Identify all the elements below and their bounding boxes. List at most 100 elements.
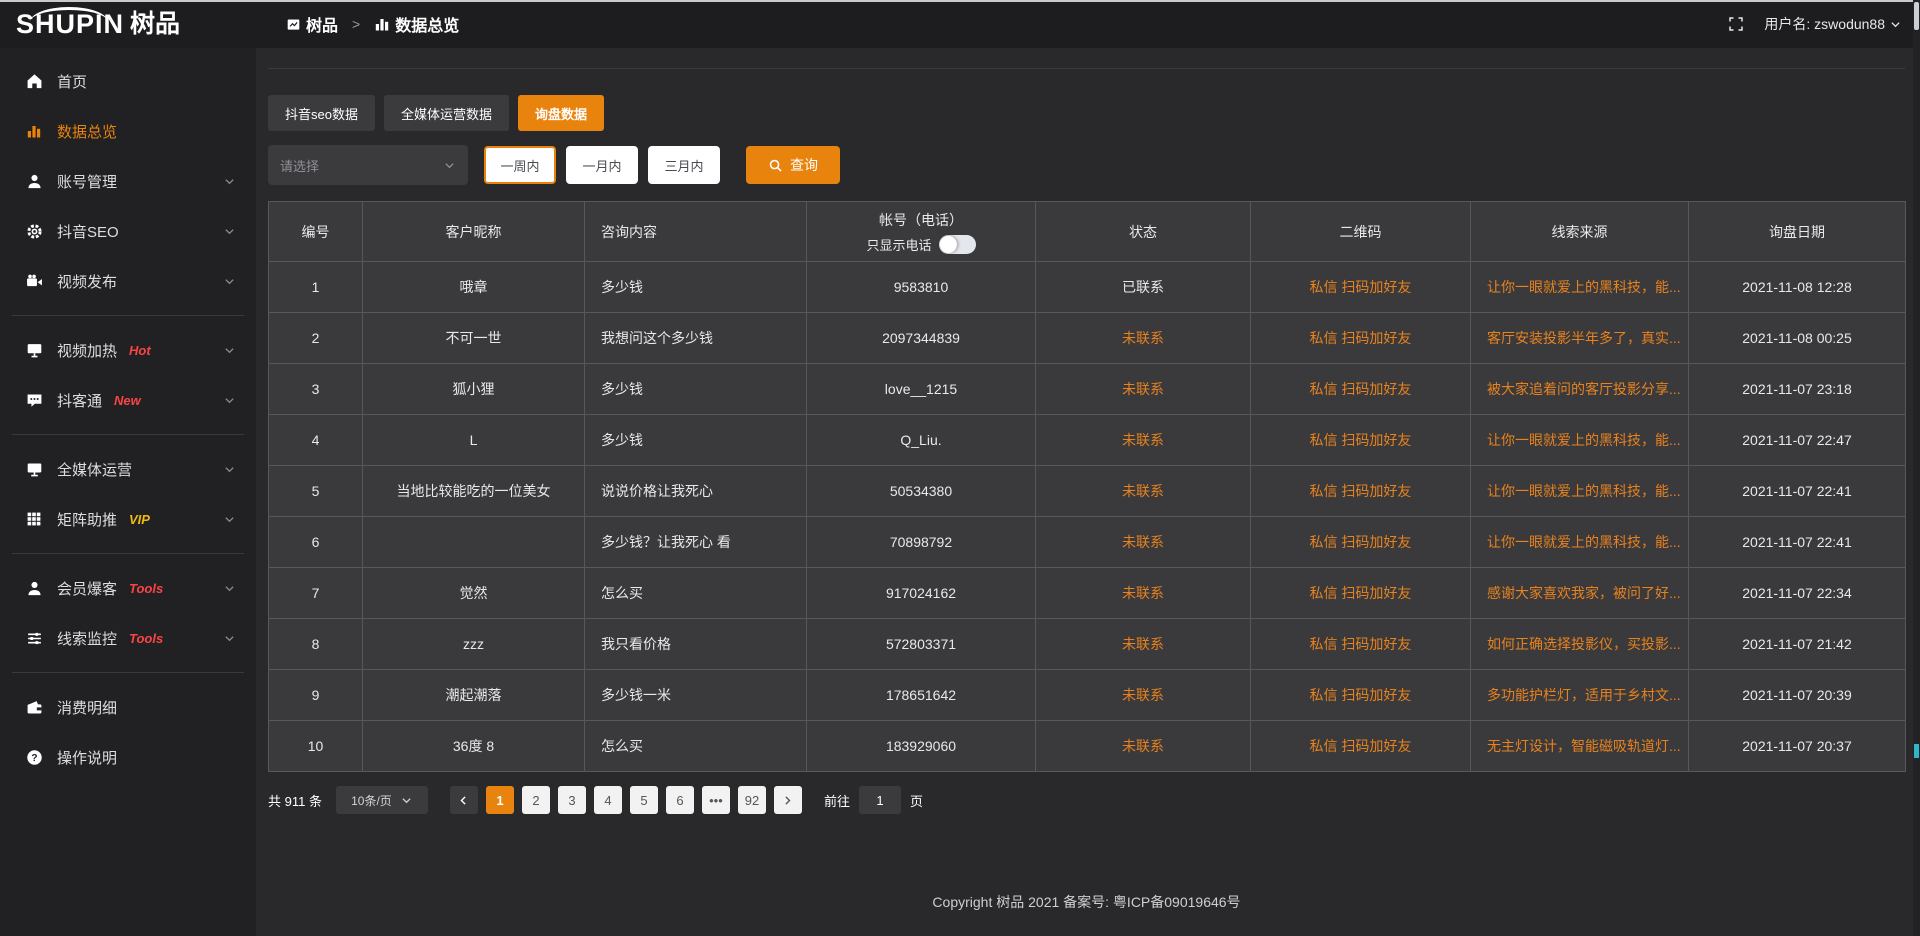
cell-number: 2 <box>269 313 363 364</box>
cell-qr-links[interactable]: 私信 扫码加好友 <box>1251 364 1471 415</box>
sidebar-item-douketong[interactable]: 抖客通New <box>0 375 256 425</box>
cell-source-link[interactable]: 感谢大家喜欢我家，被问了好... <box>1471 568 1689 619</box>
svg-text:?: ? <box>31 753 37 764</box>
cell-qr-links[interactable]: 私信 扫码加好友 <box>1251 670 1471 721</box>
cell-qr-links[interactable]: 私信 扫码加好友 <box>1251 415 1471 466</box>
column-header: 询盘日期 <box>1689 202 1906 262</box>
cell-source-link[interactable]: 无主灯设计，智能磁吸轨道灯... <box>1471 721 1689 772</box>
sidebar-item-label: 操作说明 <box>57 747 117 768</box>
query-button[interactable]: 查询 <box>746 146 840 184</box>
chevron-down-icon <box>223 463 236 476</box>
table-row: 3狐小狸多少钱love__1215未联系私信 扫码加好友被大家追着问的客厅投影分… <box>269 364 1906 415</box>
page-button-4[interactable]: 4 <box>594 786 622 814</box>
user-icon <box>26 173 43 190</box>
sidebar-divider <box>12 434 244 435</box>
more-pages-button[interactable]: ••• <box>702 786 730 814</box>
sidebar-item-video-publish[interactable]: 视频发布 <box>0 256 256 306</box>
cell-qr-links[interactable]: 私信 扫码加好友 <box>1251 568 1471 619</box>
cell-source-link[interactable]: 客厅安装投影半年多了，真实... <box>1471 313 1689 364</box>
sidebar-item-matrix-boost[interactable]: 矩阵助推VIP <box>0 494 256 544</box>
cell-source-link[interactable]: 让你一眼就爱上的黑科技，能... <box>1471 466 1689 517</box>
page-button-1[interactable]: 1 <box>486 786 514 814</box>
sidebar-item-account-management[interactable]: 账号管理 <box>0 156 256 206</box>
period-button-三月内[interactable]: 三月内 <box>648 146 720 184</box>
filter-select[interactable]: 请选择 <box>268 145 468 185</box>
tab-询盘数据[interactable]: 询盘数据 <box>518 95 604 131</box>
sidebar-item-instructions[interactable]: ? 操作说明 <box>0 732 256 782</box>
sidebar-divider <box>12 315 244 316</box>
fullscreen-icon[interactable] <box>1728 16 1744 32</box>
sidebar-badge: Tools <box>129 631 163 646</box>
app-square-icon <box>286 17 301 32</box>
cell-number: 3 <box>269 364 363 415</box>
main-content: 抖音seo数据全媒体运营数据询盘数据 请选择 一周内一月内三月内 查询 编号客户… <box>256 48 1920 936</box>
cell-date: 2021-11-07 20:37 <box>1689 721 1906 772</box>
breadcrumb-root[interactable]: 树品 <box>286 12 338 36</box>
sidebar-item-lead-monitor[interactable]: 线索监控Tools <box>0 613 256 663</box>
cell-nickname: 觉然 <box>363 568 585 619</box>
page-size-select[interactable]: 10条/页 <box>336 786 428 814</box>
page-button-6[interactable]: 6 <box>666 786 694 814</box>
chevron-down-icon <box>223 632 236 645</box>
period-button-一周内[interactable]: 一周内 <box>484 146 556 184</box>
cell-qr-links[interactable]: 私信 扫码加好友 <box>1251 517 1471 568</box>
cell-number: 8 <box>269 619 363 670</box>
sidebar-item-data-overview[interactable]: 数据总览 <box>0 106 256 156</box>
chevron-down-icon <box>443 159 456 172</box>
cell-nickname: L <box>363 415 585 466</box>
sidebar-item-omni-media[interactable]: 全媒体运营 <box>0 444 256 494</box>
user-menu[interactable]: 用户名: zswodun88 <box>1764 14 1902 34</box>
column-header: 状态 <box>1036 202 1251 262</box>
cell-qr-links[interactable]: 私信 扫码加好友 <box>1251 619 1471 670</box>
prev-page-button[interactable] <box>450 786 478 814</box>
column-header: 线索来源 <box>1471 202 1689 262</box>
cell-account: Q_Liu. <box>807 415 1036 466</box>
cell-source-link[interactable]: 如何正确选择投影仪，买投影... <box>1471 619 1689 670</box>
sidebar-badge: New <box>114 393 141 408</box>
cell-source-link[interactable]: 让你一眼就爱上的黑科技，能... <box>1471 415 1689 466</box>
video-camera-icon <box>26 273 43 290</box>
tab-全媒体运营数据[interactable]: 全媒体运营数据 <box>384 95 509 131</box>
cell-source-link[interactable]: 多功能护栏灯，适用于乡村文... <box>1471 670 1689 721</box>
sidebar-item-member-burst[interactable]: 会员爆客Tools <box>0 563 256 613</box>
cell-qr-links[interactable]: 私信 扫码加好友 <box>1251 313 1471 364</box>
cell-qr-links[interactable]: 私信 扫码加好友 <box>1251 721 1471 772</box>
cell-source-link[interactable]: 让你一眼就爱上的黑科技，能... <box>1471 262 1689 313</box>
sidebar-item-video-heat[interactable]: 视频加热Hot <box>0 325 256 375</box>
goto-page-input[interactable] <box>859 786 901 814</box>
table-row: 4L多少钱Q_Liu.未联系私信 扫码加好友让你一眼就爱上的黑科技，能...20… <box>269 415 1906 466</box>
sidebar-item-consumption-detail[interactable]: 消费明细 <box>0 682 256 732</box>
cell-source-link[interactable]: 被大家追着问的客厅投影分享... <box>1471 364 1689 415</box>
cell-source-link[interactable]: 让你一眼就爱上的黑科技，能... <box>1471 517 1689 568</box>
chevron-down-icon <box>223 394 236 407</box>
page-button-3[interactable]: 3 <box>558 786 586 814</box>
column-header: 编号 <box>269 202 363 262</box>
chevron-down-icon <box>223 344 236 357</box>
period-button-一月内[interactable]: 一月内 <box>566 146 638 184</box>
page-button-92[interactable]: 92 <box>738 786 766 814</box>
logo-text-cn: 树品 <box>130 4 180 44</box>
scrollbar-thumb[interactable] <box>1914 2 1919 30</box>
cell-content: 怎么买 <box>585 568 807 619</box>
cell-qr-links[interactable]: 私信 扫码加好友 <box>1251 466 1471 517</box>
next-page-button[interactable] <box>774 786 802 814</box>
sidebar-badge: Tools <box>129 581 163 596</box>
tab-抖音seo数据[interactable]: 抖音seo数据 <box>268 95 375 131</box>
cell-date: 2021-11-07 22:41 <box>1689 517 1906 568</box>
search-icon <box>768 158 783 173</box>
monitor-icon <box>26 461 43 478</box>
phone-only-label: 只显示电话 <box>866 235 931 254</box>
sidebar-item-douyin-seo[interactable]: 抖音SEO <box>0 206 256 256</box>
cell-qr-links[interactable]: 私信 扫码加好友 <box>1251 262 1471 313</box>
cell-content: 说说价格让我死心 <box>585 466 807 517</box>
cell-number: 7 <box>269 568 363 619</box>
home-icon <box>26 73 43 90</box>
table-row: 6多少钱？让我死心 看70898792未联系私信 扫码加好友让你一眼就爱上的黑科… <box>269 517 1906 568</box>
cell-number: 5 <box>269 466 363 517</box>
cell-date: 2021-11-07 20:39 <box>1689 670 1906 721</box>
sidebar-item-home[interactable]: 首页 <box>0 56 256 106</box>
page-button-5[interactable]: 5 <box>630 786 658 814</box>
phone-only-toggle[interactable] <box>939 235 976 254</box>
sidebar-item-label: 矩阵助推 <box>57 509 117 530</box>
page-button-2[interactable]: 2 <box>522 786 550 814</box>
